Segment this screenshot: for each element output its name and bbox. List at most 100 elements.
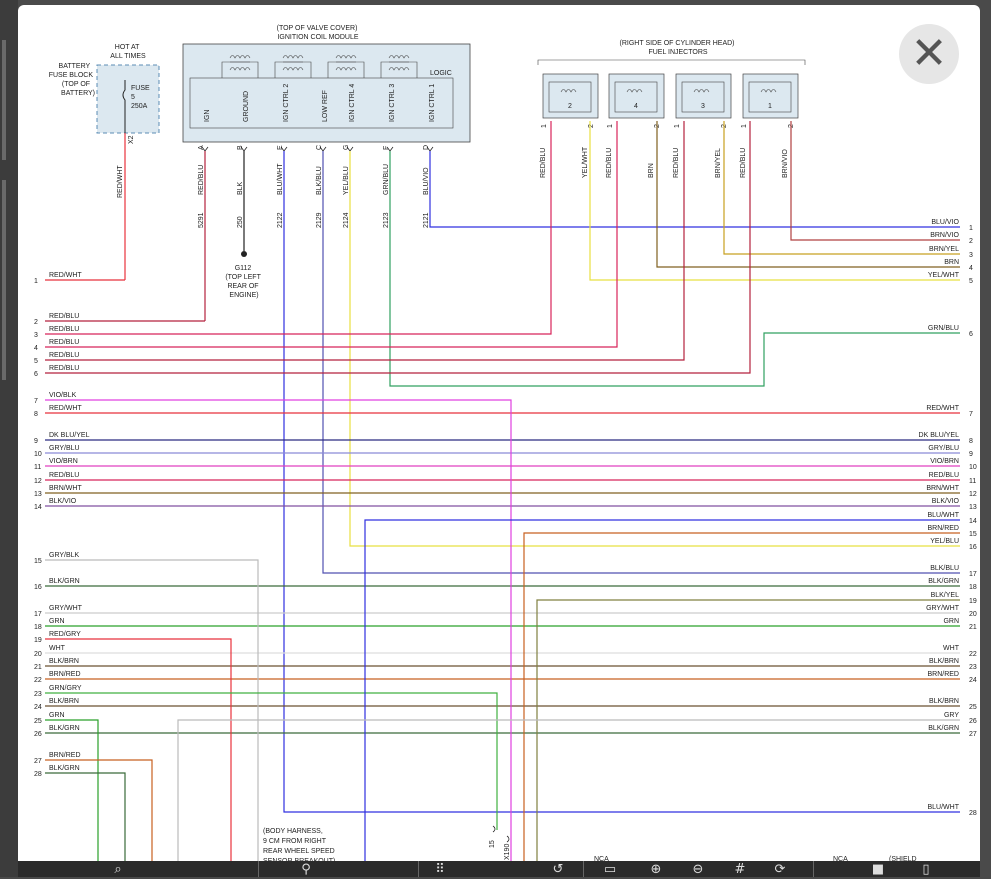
- right-wire-label: BLK/BRN: [929, 658, 959, 665]
- zoom-out-icon[interactable]: ⊖: [688, 861, 708, 877]
- coil-pin-circuit: 2129: [316, 212, 323, 228]
- ground-label: G112: [235, 265, 252, 272]
- right-wire-number: 17: [969, 571, 977, 578]
- left-wire-number: 27: [34, 758, 42, 765]
- coil-pin-circuit: 250: [237, 216, 244, 228]
- right-wire-label: BLU/WHT: [928, 512, 960, 519]
- right-wire-label: BLK/YEL: [931, 592, 960, 599]
- save-icon[interactable]: ▭: [600, 861, 620, 877]
- left-wire-label: BRN/RED: [49, 752, 81, 759]
- wire-inj2-yel-wht: [589, 121, 960, 281]
- wire-inj4-red-blu: [45, 121, 618, 348]
- page-icon[interactable]: ▯: [916, 861, 936, 877]
- injector-title: FUEL INJECTORS: [648, 49, 707, 56]
- wire-grn-drop: [45, 719, 99, 861]
- wire-grn-gry-drop: [45, 692, 498, 830]
- right-wire-number: 19: [969, 598, 977, 605]
- left-wire-label: GRN: [49, 618, 65, 625]
- search-icon[interactable]: ⌕: [108, 861, 128, 877]
- rotate-icon[interactable]: ⟳: [770, 861, 790, 877]
- right-wire-number: 23: [969, 664, 977, 671]
- injector-number: 4: [634, 103, 638, 110]
- toolbar-divider: [813, 861, 814, 877]
- coil-pin-circuit: 2123: [383, 212, 390, 228]
- right-wire-label: BRN/RED: [927, 671, 959, 678]
- right-wire-label: DK BLU/YEL: [919, 432, 960, 439]
- injector-body: [742, 73, 799, 119]
- right-wire-number: 3: [969, 252, 973, 259]
- right-wire-label: WHT: [943, 645, 960, 652]
- coil-pin-name: GROUND: [243, 91, 250, 122]
- left-wire-label: GRN/GRY: [49, 685, 82, 692]
- wire-layer: [45, 121, 960, 861]
- left-wire-label: RED/BLU: [49, 472, 79, 479]
- left-wire-number: 7: [34, 398, 38, 405]
- battery-fuse-block: BATTERY FUSE BLOCK (TOP OF BATTERY) HOT …: [45, 44, 160, 281]
- fill-icon[interactable]: ■: [868, 861, 888, 877]
- left-wire-number: 18: [34, 624, 42, 631]
- right-wire-number: 5: [969, 278, 973, 285]
- toolbar-divider: [583, 861, 584, 877]
- left-wire-number: 12: [34, 478, 42, 485]
- left-wire-number: 13: [34, 491, 42, 498]
- right-wire-label: RED/WHT: [926, 405, 959, 412]
- right-wire-number: 18: [969, 584, 977, 591]
- wire-vio-blk-drop: [45, 399, 512, 861]
- left-wire-label: RED/GRY: [49, 631, 81, 638]
- close-button[interactable]: ✕: [899, 24, 959, 84]
- right-wire-number: 25: [969, 704, 977, 711]
- left-wire-label: GRY/WHT: [49, 605, 83, 612]
- close-icon: ✕: [910, 28, 948, 79]
- scrollbar-track[interactable]: [2, 180, 6, 380]
- injector-body: [608, 73, 665, 119]
- connector-pin: 15: [489, 840, 496, 848]
- wire-inj4-brn: [656, 121, 960, 268]
- right-wire-label: BLK/BRN: [929, 698, 959, 705]
- zoom-in-icon[interactable]: ⊕: [646, 861, 666, 877]
- left-scroll-strip: [0, 0, 18, 877]
- left-wire-number: 5: [34, 358, 38, 365]
- right-wire-label: BLK/GRN: [928, 578, 959, 585]
- right-wire-label: BLK/BLU: [930, 565, 959, 572]
- left-wire-number: 21: [34, 664, 42, 671]
- right-wire-number: 7: [969, 411, 973, 418]
- hot-label: HOT AT: [115, 44, 140, 51]
- injector-wire-label: YEL/WHT: [582, 146, 589, 178]
- right-wire-label: GRY: [944, 712, 959, 719]
- fuse-label: FUSE: [131, 85, 150, 92]
- left-wire-label: RED/BLU: [49, 339, 79, 346]
- right-wire-number: 9: [969, 451, 973, 458]
- coil-title: IGNITION COIL MODULE: [277, 34, 358, 41]
- coil-pin-circuit: 5291: [198, 212, 205, 228]
- left-wire-number: 2: [34, 319, 38, 326]
- ground-label: REAR OF: [227, 283, 258, 290]
- svg-text:G112 (TOP LEFT: G112 (TOP LEFT REAR OF ENGINE): [225, 265, 262, 299]
- left-wire-label: RED/WHT: [49, 272, 82, 279]
- coil-pin-wire: YEL/BLU: [343, 166, 350, 195]
- left-wire-label: BLK/BRN: [49, 658, 79, 665]
- wire-blu-vio-1: [429, 151, 960, 228]
- svg-text:(TOP OF VALVE COVER): (TOP OF VALVE COVER) IGNITION COIL MODUL…: [277, 25, 360, 41]
- grid-toggle-icon[interactable]: #: [730, 861, 750, 877]
- right-wire-number: 11: [969, 478, 976, 485]
- ground-g112: G112 (TOP LEFT REAR OF ENGINE): [225, 251, 262, 299]
- scrollbar-thumb[interactable]: [2, 40, 6, 160]
- undo-icon[interactable]: ↺: [548, 861, 568, 877]
- right-wire-label: GRY/WHT: [926, 605, 960, 612]
- injector-number: 2: [568, 103, 572, 110]
- coil-pin-circuit: 2124: [343, 212, 350, 228]
- battery-label-line: BATTERY: [59, 63, 91, 70]
- right-wire-label: RED/BLU: [929, 472, 959, 479]
- left-wire-label: BLK/VIO: [49, 498, 77, 505]
- injector-title: (RIGHT SIDE OF CYLINDER HEAD): [620, 40, 735, 47]
- grid-icon[interactable]: ⠿: [430, 861, 450, 877]
- pin-icon[interactable]: ⚲: [296, 861, 316, 877]
- right-wire-number: 14: [969, 518, 977, 525]
- logic-label: LOGIC: [430, 70, 452, 77]
- right-wire-label: VIO/BRN: [930, 458, 959, 465]
- left-wire-label: DK BLU/YEL: [49, 432, 90, 439]
- left-wire-number: 28: [34, 771, 42, 778]
- svg-text:HOT AT ALL TIMES: HOT AT ALL TIMES: [110, 44, 146, 60]
- right-wire-label: GRN/BLU: [928, 325, 959, 332]
- left-wire-number: 23: [34, 691, 42, 698]
